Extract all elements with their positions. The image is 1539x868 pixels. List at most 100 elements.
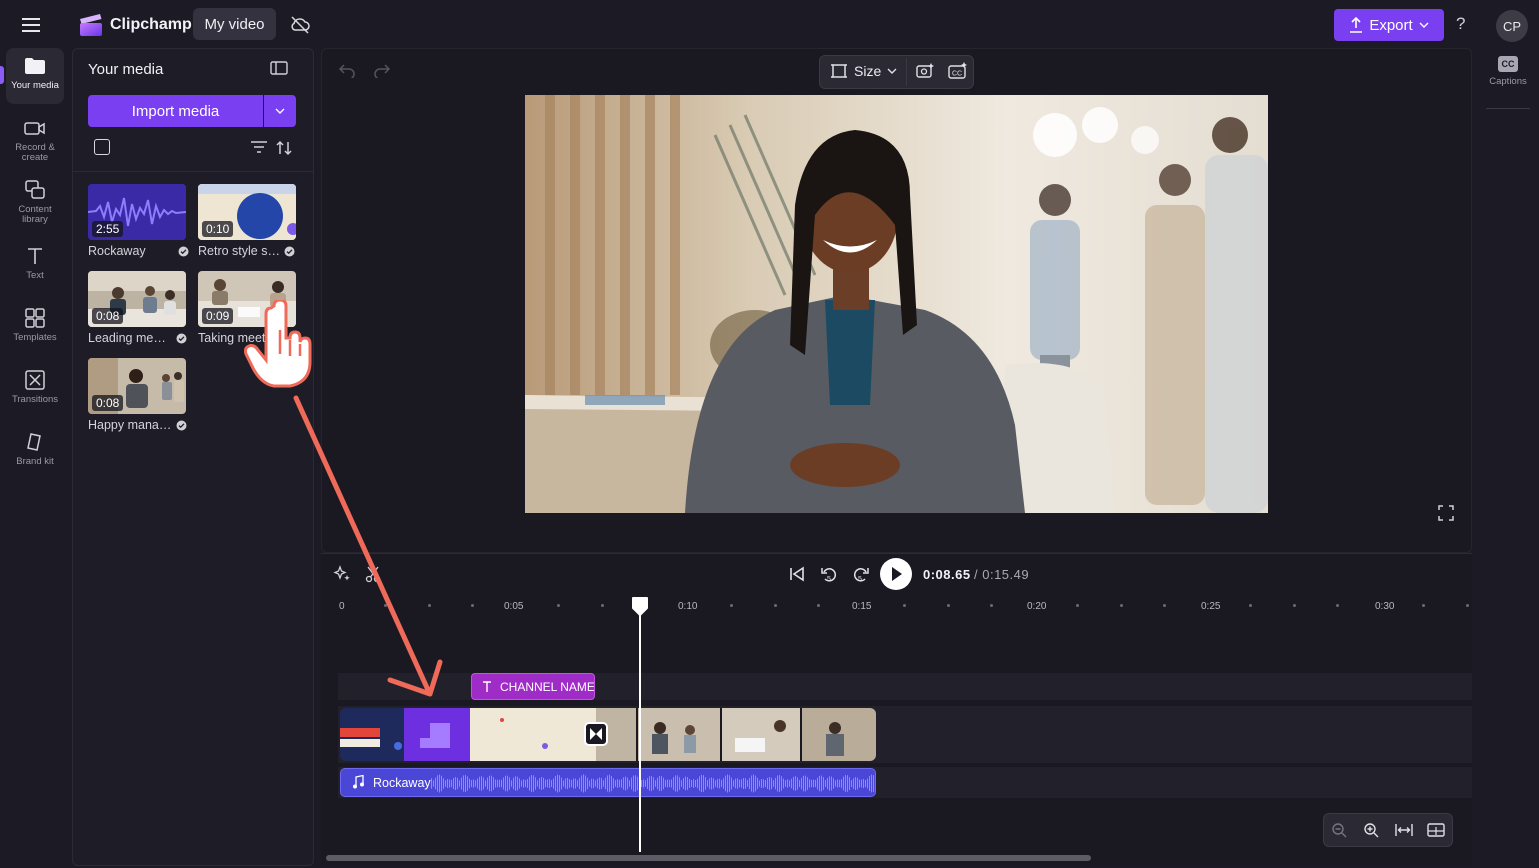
sparkle-icon[interactable]	[333, 565, 351, 583]
waveform-bar	[857, 777, 858, 790]
rail-item-brand-kit[interactable]: Brand kit	[6, 424, 64, 480]
panel-divider	[73, 171, 313, 172]
waveform-bar	[441, 775, 442, 792]
magic-captions-icon[interactable]: CC	[948, 62, 968, 80]
skip-start-icon[interactable]	[787, 564, 807, 584]
rail-item-your-media[interactable]: Your media	[6, 48, 64, 104]
waveform-bar	[541, 777, 542, 790]
waveform-bar	[777, 775, 778, 792]
fullscreen-icon[interactable]	[1438, 505, 1454, 521]
waveform-bar	[805, 775, 806, 792]
zoom-in-icon[interactable]	[1363, 822, 1381, 838]
media-thumbnail-leading-meeting[interactable]: 0:08	[88, 271, 186, 327]
collapse-panel-icon[interactable]	[270, 60, 290, 78]
filter-icon[interactable]	[250, 140, 268, 156]
waveform-bar	[565, 778, 566, 789]
waveform-bar	[755, 775, 756, 792]
waveform-bar	[609, 774, 610, 793]
select-all-checkbox[interactable]	[94, 139, 110, 155]
waveform-bar	[659, 776, 660, 791]
waveform-bar	[801, 777, 802, 790]
play-button[interactable]	[880, 558, 912, 590]
ruler-tick	[946, 604, 950, 607]
waveform-bar	[573, 778, 574, 789]
waveform-bar	[477, 778, 478, 789]
size-button[interactable]: Size	[830, 62, 897, 80]
fit-icon[interactable]	[1395, 822, 1413, 838]
check-circle-icon	[176, 333, 187, 344]
waveform-bar	[657, 777, 658, 790]
expand-icon[interactable]	[1427, 822, 1445, 838]
waveform-bar	[775, 777, 776, 790]
cloud-off-icon[interactable]	[289, 14, 311, 36]
duration-badge: 2:55	[92, 221, 124, 237]
playhead[interactable]	[639, 606, 641, 852]
waveform-bar	[871, 774, 872, 793]
text-clip-label: CHANNEL NAME	[500, 679, 595, 694]
import-media-button[interactable]: Import media	[88, 95, 263, 127]
rail-item-record-create[interactable]: Record & create	[6, 110, 64, 166]
hamburger-icon[interactable]	[14, 13, 48, 37]
media-item: Retro style sh...	[198, 244, 295, 258]
rail-item-content-library[interactable]: Content library	[6, 172, 64, 228]
ai-icon[interactable]	[915, 62, 935, 80]
waveform-bar	[677, 775, 678, 792]
sort-icon[interactable]	[275, 139, 293, 157]
text-clip[interactable]: CHANNEL NAME	[471, 673, 595, 700]
waveform-bar	[495, 779, 496, 788]
waveform-bar	[715, 780, 716, 787]
waveform-bar	[795, 776, 796, 791]
waveform-bar	[603, 780, 604, 787]
waveform-bar	[643, 779, 644, 788]
undo-icon[interactable]	[338, 62, 356, 78]
scissors-icon[interactable]	[365, 565, 383, 583]
rail-item-transitions[interactable]: Transitions	[6, 362, 64, 418]
check-circle-icon	[178, 246, 189, 257]
waveform-bar	[769, 777, 770, 790]
redo-icon[interactable]	[373, 62, 391, 78]
ruler-label: 0:25	[1201, 601, 1221, 612]
rail-item-text[interactable]: Text	[6, 238, 64, 294]
avatar[interactable]: CP	[1496, 10, 1528, 42]
project-title[interactable]: My video	[193, 8, 276, 40]
rewind-5-icon[interactable]: 5	[819, 564, 839, 584]
waveform-bar	[641, 779, 642, 788]
video-preview[interactable]	[525, 95, 1268, 513]
media-thumbnail-happy-manager[interactable]: 0:08	[88, 358, 186, 414]
video-clip-strip[interactable]	[340, 708, 876, 761]
upload-icon	[1349, 17, 1363, 33]
waveform-bar	[549, 778, 550, 789]
waveform-bar	[533, 775, 534, 792]
playhead-handle[interactable]	[631, 596, 649, 616]
forward-5-icon[interactable]: 5	[851, 564, 871, 584]
waveform-bar	[717, 779, 718, 788]
rail-item-templates[interactable]: Templates	[6, 300, 64, 356]
waveform-bar	[623, 777, 624, 790]
captions-button[interactable]: CC Captions	[1482, 56, 1534, 106]
waveform-bar	[721, 780, 722, 787]
waveform-bar	[807, 777, 808, 790]
waveform-bar	[705, 777, 706, 790]
waveform-bar	[469, 778, 470, 789]
media-thumbnail-retro[interactable]: 0:10	[198, 184, 296, 240]
help-icon[interactable]: ?	[1456, 14, 1474, 36]
camera-icon	[23, 116, 47, 140]
waveform-bar	[735, 778, 736, 789]
waveform-bar	[799, 780, 800, 787]
export-button[interactable]: Export	[1334, 9, 1444, 41]
import-dropdown-button[interactable]	[264, 95, 296, 127]
zoom-out-icon[interactable]	[1331, 822, 1349, 838]
ruler-tick	[1292, 604, 1296, 607]
chevron-down-icon	[887, 68, 897, 74]
timeline-scrollbar[interactable]	[326, 855, 1091, 861]
waveform-bar	[653, 777, 654, 790]
waveform-bar	[649, 776, 650, 791]
transition-marker-icon[interactable]	[584, 722, 608, 746]
waveform-bar	[861, 779, 862, 788]
waveform-bar	[557, 774, 558, 793]
media-thumbnail-rockaway[interactable]: 2:55	[88, 184, 186, 240]
waveform-bar	[771, 777, 772, 790]
audio-clip-label: Rockaway	[373, 776, 431, 790]
waveform-bar	[819, 775, 820, 792]
ruler-tick	[773, 604, 777, 607]
